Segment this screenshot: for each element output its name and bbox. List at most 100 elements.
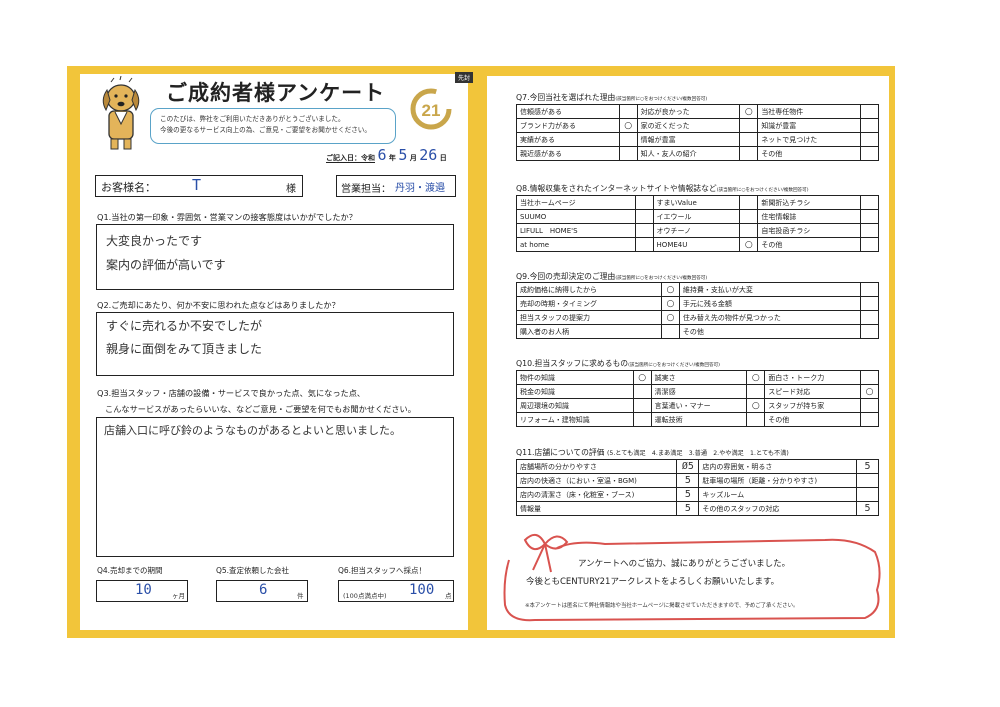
q8-title: Q8.情報収集をされたインターネットサイトや情報誌など(該当箇所に○をおつけくだ… [516, 183, 809, 194]
option-label-cell: 清潔感 [650, 384, 748, 399]
option-label-cell: 駐車場の場所（距離・分かりやすさ) [698, 473, 857, 488]
q7-title-text: Q7.今回当社を選ばれた理由 [516, 93, 616, 102]
answer-mark-cell[interactable]: ○ [739, 237, 759, 252]
rating-cell[interactable] [856, 473, 879, 488]
option-label-cell: ブランド力がある [516, 118, 620, 133]
answer-mark-cell[interactable] [634, 195, 654, 210]
answer-mark-cell[interactable] [860, 370, 879, 385]
answer-mark-cell[interactable] [739, 209, 759, 224]
q6-answer-box[interactable]: (100点満点中) 100 点 [338, 580, 454, 602]
q6-prefix: (100点満点中) [343, 592, 387, 600]
answer-mark-cell[interactable]: ○ [660, 310, 680, 325]
table-row: 当社ホームページ すまいValue 新聞折込チラシ [516, 195, 879, 210]
option-label-cell: 言葉遣い・マナー [650, 398, 748, 413]
answer-mark-cell[interactable] [860, 237, 879, 252]
rating-cell[interactable]: Ø5 [676, 459, 700, 474]
answer-mark-cell[interactable]: ○ [618, 118, 638, 133]
option-label-cell: スピード対応 [764, 384, 861, 399]
q3-answer-box[interactable] [96, 417, 454, 557]
customer-name: T [192, 176, 202, 194]
option-label-cell: 面白さ・トーク力 [764, 370, 861, 385]
customer-label: お客様名： [101, 181, 156, 194]
option-label-cell: 親近感がある [516, 146, 620, 161]
answer-mark-cell[interactable] [739, 223, 759, 238]
rating-cell[interactable]: 5 [856, 459, 879, 474]
q11-title: Q11.店舗についての評価 (5.とても満足 4.まあ満足 3.普通 2.やや満… [516, 447, 789, 458]
answer-mark-cell[interactable] [860, 132, 879, 147]
answer-mark-cell[interactable] [739, 118, 759, 133]
option-label-cell: at home [516, 237, 636, 252]
answer-mark-cell[interactable] [746, 384, 766, 399]
answer-mark-cell[interactable] [634, 237, 654, 252]
answer-mark-cell[interactable] [860, 412, 879, 427]
answer-mark-cell[interactable] [860, 398, 879, 413]
answer-mark-cell[interactable]: ○ [632, 370, 652, 385]
answer-mark-cell[interactable] [860, 282, 879, 297]
answer-mark-cell[interactable] [860, 104, 879, 119]
answer-mark-cell[interactable] [632, 384, 652, 399]
answer-mark-cell[interactable] [860, 118, 879, 133]
date-year: 6 [377, 146, 387, 164]
answer-mark-cell[interactable]: ○ [746, 398, 766, 413]
rating-cell[interactable]: 5 [856, 501, 879, 516]
answer-mark-cell[interactable] [634, 209, 654, 224]
option-label-cell: 物件の知識 [516, 370, 634, 385]
answer-mark-cell[interactable] [860, 146, 879, 161]
answer-mark-cell[interactable]: ○ [746, 370, 766, 385]
option-label-cell: 自宅投函チラシ [757, 223, 861, 238]
answer-mark-cell[interactable] [632, 412, 652, 427]
option-label-cell: 売却の時期・タイミング [516, 296, 662, 311]
answer-mark-cell[interactable] [660, 324, 680, 339]
option-label-cell: すまいValue [652, 195, 741, 210]
logo-text: 21 [422, 101, 441, 120]
rating-cell[interactable]: 5 [676, 501, 700, 516]
answer-mark-cell[interactable] [860, 296, 879, 311]
option-label-cell: 知人・友人の紹介 [636, 146, 741, 161]
q9-table: 成約価格に納得したから ○ 維持費・支払いが大変 売却の時期・タイミング ○ 手元に残る金… [516, 282, 879, 339]
rating-cell[interactable]: 5 [676, 473, 700, 488]
answer-mark-cell[interactable] [632, 398, 652, 413]
table-row: 成約価格に納得したから ○ 維持費・支払いが大変 [516, 282, 879, 297]
answer-mark-cell[interactable] [860, 209, 879, 224]
answer-mark-cell[interactable] [739, 195, 759, 210]
answer-mark-cell[interactable]: ○ [660, 282, 680, 297]
answer-mark-cell[interactable] [618, 146, 638, 161]
answer-mark-cell[interactable] [618, 104, 638, 119]
table-row: at home HOME4U ○ その他 [516, 237, 879, 252]
q4-answer-box[interactable]: 10 ヶ月 [96, 580, 188, 602]
answer-mark-cell[interactable] [634, 223, 654, 238]
option-label-cell: キッズルーム [698, 487, 857, 502]
answer-mark-cell[interactable] [739, 132, 759, 147]
option-label-cell: スタッフが持ち家 [764, 398, 861, 413]
answer-mark-cell[interactable] [746, 412, 766, 427]
customer-name-field[interactable]: お客様名： T 様 [95, 175, 303, 197]
answer-mark-cell[interactable]: ○ [660, 296, 680, 311]
rating-cell[interactable]: 5 [676, 487, 700, 502]
option-label-cell: 実績がある [516, 132, 620, 147]
table-row: 店舗場所の分かりやすさ Ø5 店内の雰囲気・明るさ 5 [515, 459, 879, 474]
option-label-cell: その他のスタッフの対応 [698, 501, 857, 516]
answer-mark-cell[interactable] [618, 132, 638, 147]
q5-answer-box[interactable]: 6 件 [216, 580, 308, 602]
answer-mark-cell[interactable]: ○ [860, 384, 879, 399]
option-label-cell: 店内の清潔さ（床・化粧室・ブース) [515, 487, 678, 502]
option-label-cell: 誠実さ [650, 370, 748, 385]
q9-title: Q9.今回の売却決定のご理由(該当箇所に○をおつけください/複数回答可) [516, 271, 707, 282]
option-label-cell: その他 [757, 146, 861, 161]
option-label-cell: その他 [764, 412, 861, 427]
q4-label: Q4.売却までの期間 [97, 566, 163, 575]
answer-mark-cell[interactable]: ○ [739, 104, 759, 119]
table-row: 物件の知識 ○ 誠実さ ○ 面白さ・トーク力 [516, 370, 879, 385]
staff-names: 丹羽・渡邉 [395, 183, 445, 194]
answer-mark-cell[interactable] [739, 146, 759, 161]
q11-scale: (5.とても満足 4.まあ満足 3.普通 2.やや満足 1.とても不満) [606, 450, 789, 457]
answer-mark-cell[interactable] [860, 195, 879, 210]
answer-mark-cell[interactable] [860, 324, 879, 339]
answer-mark-cell[interactable] [860, 223, 879, 238]
option-label-cell: 信頼感がある [516, 104, 620, 119]
rating-cell[interactable] [856, 487, 879, 502]
q4-unit: ヶ月 [172, 592, 185, 600]
q10-note: (該当箇所に○をおつけください/複数回答可) [628, 363, 720, 368]
sales-staff-field[interactable]: 営業担当： 丹羽・渡邉 [336, 175, 456, 197]
answer-mark-cell[interactable] [860, 310, 879, 325]
